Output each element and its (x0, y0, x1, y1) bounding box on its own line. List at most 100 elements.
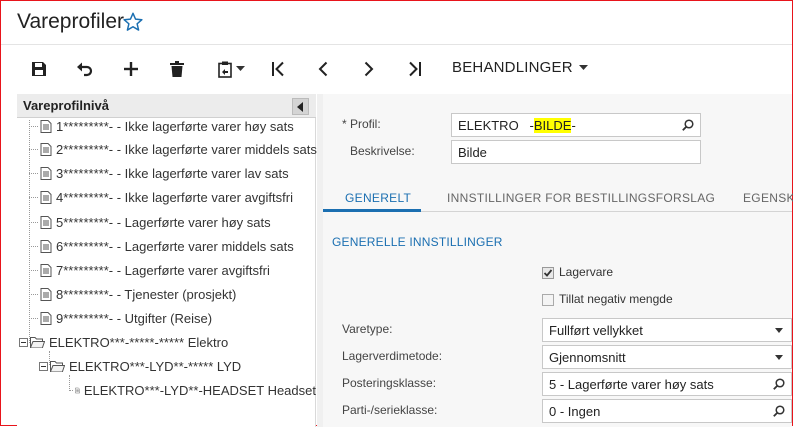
chevron-down-icon (775, 355, 783, 360)
varetype-value: Fullført vellykket (549, 323, 643, 338)
document-icon (40, 239, 52, 253)
tree-item[interactable]: 7*********- - Lagerførte varer avgiftsfr… (29, 259, 270, 281)
chevron-down-icon (775, 328, 783, 333)
next-button[interactable] (355, 55, 383, 83)
prev-button[interactable] (309, 55, 337, 83)
search-icon[interactable] (773, 405, 785, 417)
tree-item-label: 4*********- - Ikke lagerførte varer avgi… (56, 189, 293, 205)
tree-item[interactable]: 8*********- - Tjenester (prosjekt) (29, 283, 236, 305)
tree-connector (29, 317, 38, 319)
collapse-node-icon[interactable] (39, 361, 48, 371)
actions-menu-button[interactable]: BEHANDLINGER (452, 59, 588, 76)
folder-open-icon (30, 337, 45, 348)
undo-icon (77, 62, 93, 77)
folder-open-icon (50, 361, 65, 372)
tree-connector (29, 221, 38, 223)
varetype-label: Varetype: (342, 322, 393, 336)
tree-item[interactable]: 9*********- - Utgifter (Reise) (29, 307, 212, 329)
delete-button[interactable] (163, 55, 191, 83)
tree-item[interactable]: 6*********- - Lagerførte varer middels s… (29, 235, 294, 257)
tree-item-label: ELEKTRO***-*****-***** Elektro (49, 334, 229, 350)
parti-serieklasse-input[interactable]: 0 - Ingen (542, 399, 792, 423)
tree-item[interactable]: 2*********- - Ikke lagerførte varer midd… (29, 138, 317, 160)
tab-bestillingsforslag[interactable]: INNSTILLINGER FOR BESTILLINGSFORSLAG (447, 191, 715, 205)
tree-item[interactable]: 1*********- - Ikke lagerførte varer høy … (29, 115, 294, 137)
document-icon (40, 287, 52, 301)
tree-item[interactable]: 5*********- - Lagerførte varer høy sats (29, 211, 271, 233)
document-icon (40, 215, 52, 229)
document-icon (40, 190, 52, 204)
section-title-generelle: GENERELLE INNSTILLINGER (332, 235, 503, 249)
parti-serieklasse-label: Parti-/serieklasse: (342, 403, 438, 417)
add-button[interactable] (117, 55, 145, 83)
lagerverdimetode-label: Lagerverdimetode: (342, 349, 443, 363)
last-icon (409, 61, 421, 77)
tree-connector (69, 389, 73, 391)
tab-generelt[interactable]: GENERELT (345, 191, 411, 205)
tree-folder[interactable]: ELEKTRO***-*****-***** Elektro (19, 331, 228, 353)
collapse-panel-button[interactable] (292, 98, 309, 115)
tree-item-label: 1*********- - Ikke lagerførte varer høy … (56, 118, 294, 134)
document-icon (40, 166, 52, 180)
varetype-select[interactable]: Fullført vellykket (542, 318, 792, 342)
document-icon (74, 387, 80, 393)
actions-label: BEHANDLINGER (452, 59, 573, 76)
tree-item-label: 5*********- - Lagerførte varer høy sats (56, 214, 271, 230)
tree-item-label: 6*********- - Lagerførte varer middels s… (56, 238, 294, 254)
posteringsklasse-input[interactable]: 5 - Lagerførte varer høy sats (542, 372, 792, 396)
checkmark-icon (543, 269, 553, 277)
page-header: Vareprofiler (1, 1, 792, 45)
trash-icon (170, 61, 184, 77)
search-icon[interactable] (682, 119, 694, 131)
tree-connector (29, 196, 38, 198)
tree-item-label: ELEKTRO***-LYD**-***** LYD (69, 358, 242, 374)
tree-item-label: 8*********- - Tjenester (prosjekt) (56, 286, 237, 302)
collapse-node-icon[interactable] (19, 337, 28, 347)
tree-item-label: 2*********- - Ikke lagerførte varer midd… (56, 141, 317, 157)
beskrivelse-label: Beskrivelse: (350, 144, 415, 158)
posteringsklasse-value: 5 - Lagerførte varer høy sats (549, 377, 714, 392)
clipboard-icon (217, 61, 232, 78)
tree-connector (29, 269, 38, 271)
tree-connector (29, 125, 38, 127)
tab-egenskaper[interactable]: EGENSK (743, 191, 793, 205)
tree-item[interactable]: 4*********- - Ikke lagerførte varer avgi… (29, 186, 293, 208)
form-panel: * Profil: ELEKTRO -BILDE- Beskrivelse: B… (323, 94, 793, 427)
tree-connector (29, 293, 38, 295)
collapse-left-icon (297, 101, 303, 112)
tree-item-label: 9*********- - Utgifter (Reise) (56, 310, 213, 326)
toolbar: BEHANDLINGER (1, 46, 792, 92)
tree-folder[interactable]: ELEKTRO***-LYD**-***** LYD (39, 355, 241, 377)
tree-connector (29, 245, 38, 247)
tree-item-label: ELEKTRO***-LYD**-HEADSET Headset (83, 382, 316, 398)
lagerverdimetode-select[interactable]: Gjennomsnitt (542, 345, 792, 369)
chevron-down-icon (235, 66, 245, 71)
tree-item-label: 7*********- - Lagerførte varer avgiftsfr… (56, 262, 270, 278)
negativ-mengde-label: Tillat negativ mengde (559, 292, 673, 306)
save-button[interactable] (25, 55, 53, 83)
star-icon[interactable] (122, 11, 144, 33)
next-icon (364, 61, 374, 77)
document-icon (40, 263, 52, 277)
tree-connector (29, 172, 38, 174)
beskrivelse-input[interactable]: Bilde (451, 140, 701, 164)
page-title: Vareprofiler (17, 10, 124, 33)
profil-input[interactable]: ELEKTRO -BILDE- (451, 113, 701, 137)
tree-item[interactable]: 3*********- - Ikke lagerførte varer lav … (29, 162, 289, 184)
undo-button[interactable] (71, 55, 99, 83)
negativ-mengde-checkbox[interactable] (542, 294, 554, 306)
tree-header-label: Vareprofilnivå (23, 98, 109, 113)
tree-connector (29, 148, 38, 150)
profil-value-highlight: BILDE (533, 118, 572, 133)
last-button[interactable] (401, 55, 429, 83)
tree-panel: Vareprofilnivå 1*********- - Ikke lagerf… (17, 94, 317, 427)
lagervare-checkbox[interactable] (542, 267, 554, 279)
first-button[interactable] (264, 55, 292, 83)
first-icon (272, 61, 284, 77)
document-icon (40, 119, 52, 133)
search-icon[interactable] (773, 378, 785, 390)
tree-item[interactable]: ELEKTRO***-LYD**-HEADSET Headset (69, 379, 316, 401)
profil-value-suffix: - (571, 118, 576, 133)
document-icon (40, 142, 52, 156)
clipboard-button[interactable] (211, 55, 251, 83)
